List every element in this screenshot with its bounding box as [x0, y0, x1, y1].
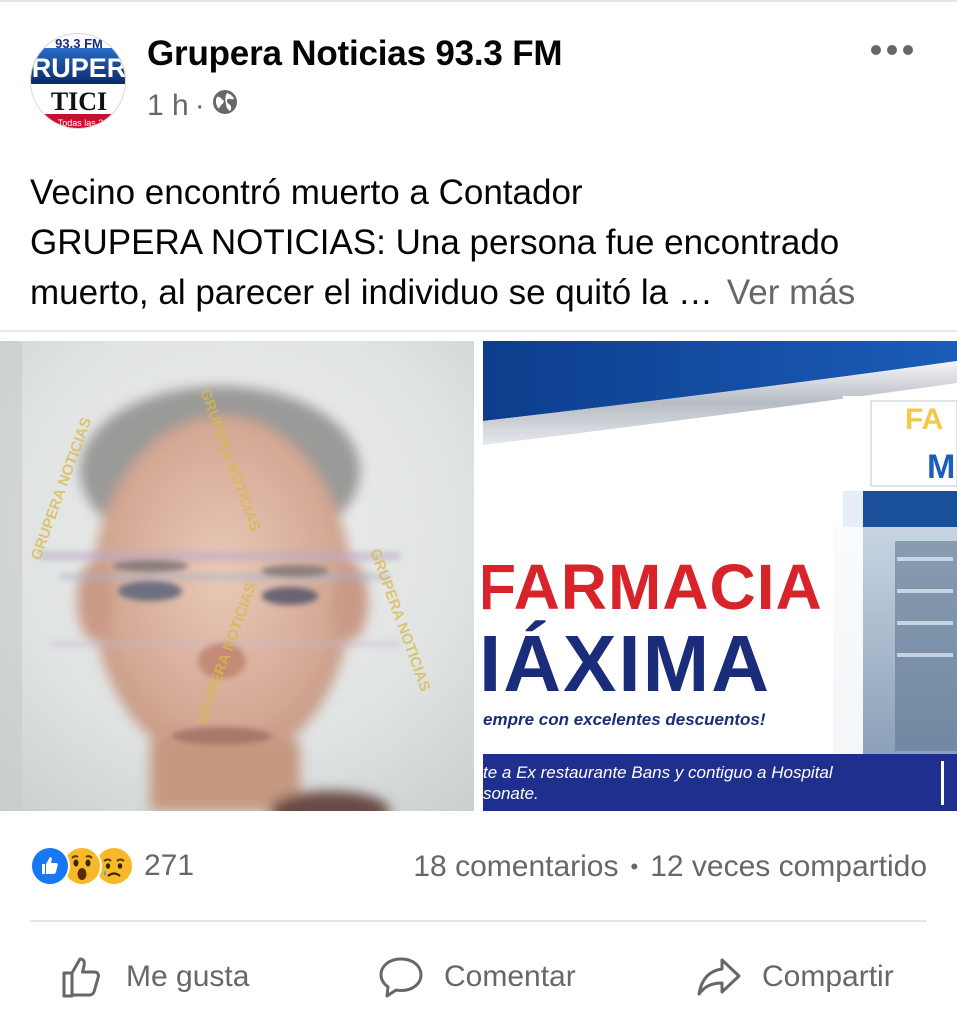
more-horizontal-icon	[887, 45, 897, 55]
avatar-tagline: Todas las 24	[58, 118, 109, 128]
store-sign-partial: M	[927, 448, 955, 486]
like-button[interactable]: Me gusta	[58, 946, 249, 1008]
avatar-text-bottom: TICI	[51, 87, 107, 116]
photo-pharmacy-ad[interactable]: FA M FARMACIA IÁXIMA empre con excelente…	[483, 341, 957, 811]
top-divider	[0, 0, 957, 2]
globe-icon	[211, 88, 239, 124]
ad-headline-2: IÁXIMA	[483, 619, 771, 708]
counts-separator: •	[630, 854, 639, 879]
post-time[interactable]: 1 h	[147, 89, 189, 123]
post-text-line-last: muerto, al parecer el individuo se quitó…	[30, 268, 935, 318]
comment-share-counts: 18 comentarios • 12 veces compartido	[413, 850, 927, 884]
meta-separator: ·	[194, 89, 205, 122]
avatar-text-middle: RUPER	[32, 53, 126, 83]
ad-address-line: te a Ex restaurante Bans y contiguo a Ho…	[483, 763, 834, 782]
ad-slogan: empre con excelentes descuentos!	[483, 710, 766, 729]
post-text-line: muerto, al parecer el individuo se quitó…	[30, 273, 713, 312]
more-horizontal-icon	[903, 45, 913, 55]
reaction-summary[interactable]: 271	[30, 846, 194, 886]
comment-bubble-icon	[379, 957, 423, 998]
ad-headline-1: FARMACIA	[483, 551, 823, 623]
thumbs-up-icon	[62, 957, 100, 998]
comment-label: Comentar	[444, 960, 576, 993]
share-button[interactable]: Compartir	[694, 946, 894, 1008]
post-meta: 1 h ·	[147, 88, 239, 124]
page-avatar[interactable]: 93.3 FM RUPER TICI Todas las 24	[30, 33, 126, 129]
actions-divider	[30, 920, 927, 922]
share-label: Compartir	[762, 960, 894, 993]
more-options-button[interactable]	[862, 32, 922, 68]
media-divider	[0, 330, 957, 332]
post-text-line: GRUPERA NOTICIAS: Una persona fue encont…	[30, 223, 840, 262]
comments-count[interactable]: 18 comentarios	[413, 850, 618, 884]
like-icon	[30, 846, 70, 886]
post-text-line: Vecino encontró muerto a Contador	[30, 173, 583, 212]
photo-portrait[interactable]: GRUPERA NOTICIAS GRUPERA NOTICIAS GRUPER…	[0, 341, 474, 811]
more-horizontal-icon	[871, 45, 881, 55]
like-label: Me gusta	[126, 960, 250, 993]
avatar-text-top: 93.3 FM	[55, 36, 103, 51]
store-sign-partial: FA	[905, 403, 943, 436]
comment-button[interactable]: Comentar	[376, 946, 576, 1008]
reaction-count: 271	[144, 849, 195, 882]
page-name[interactable]: Grupera Noticias 93.3 FM	[147, 34, 563, 74]
post-text: Vecino encontró muerto a Contador GRUPER…	[30, 168, 935, 318]
ad-address-line: sonate.	[483, 784, 539, 803]
shares-count[interactable]: 12 veces compartido	[650, 850, 927, 884]
share-arrow-icon	[697, 958, 741, 996]
see-more-link[interactable]: Ver más	[727, 273, 855, 312]
